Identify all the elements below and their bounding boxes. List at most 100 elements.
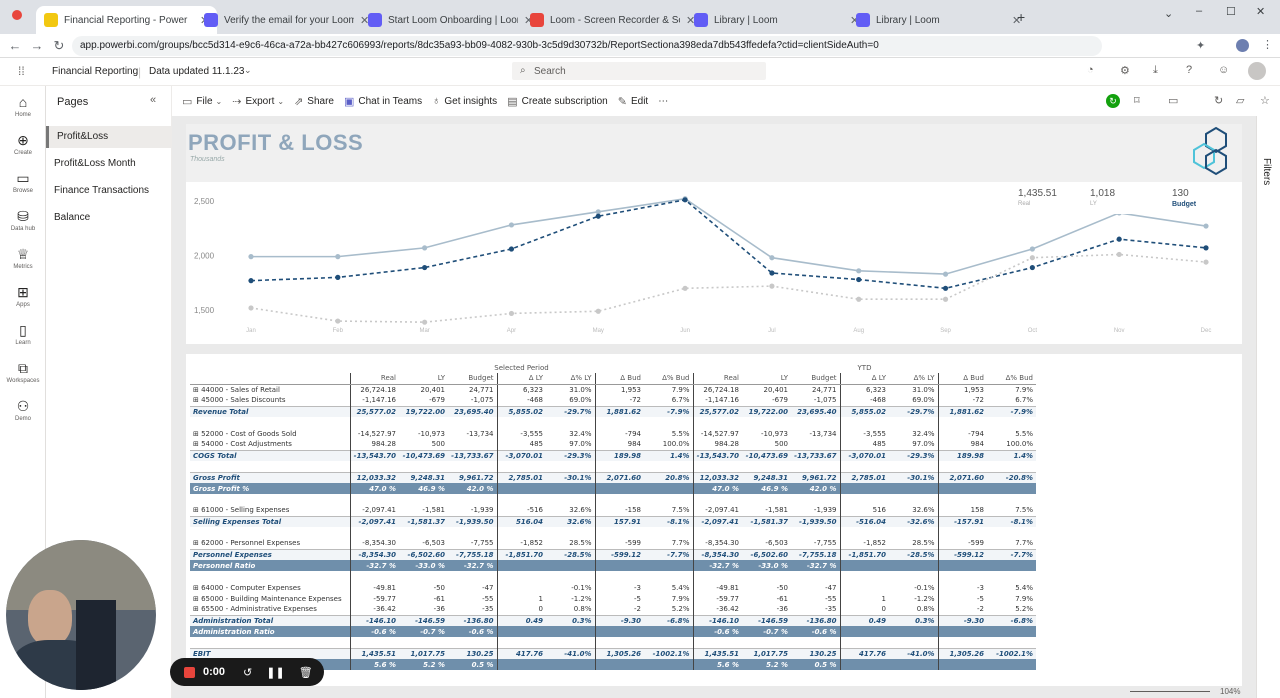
table-row[interactable]: Personnel Ratio -32.7 % -33.0 % -32.7 % -32.…: [190, 560, 1036, 571]
browser-menu-kebab[interactable]: ⋮: [1262, 38, 1273, 51]
column-header[interactable]: Δ Bud: [937, 373, 987, 385]
delete-icon[interactable]: 🗑: [299, 666, 313, 679]
data-point[interactable]: [422, 319, 428, 325]
extensions-icon[interactable]: ✦: [1196, 39, 1205, 52]
table-row[interactable]: EBIT 1,435.51 1,017.75 130.25 417.76 -41.0% 1,…: [190, 647, 1036, 659]
table-row[interactable]: ⊞ 54000 - Cost Adjustments 984.28 500 485 97…: [190, 439, 1036, 450]
rail-item[interactable]: ⛁ Data hub: [0, 208, 46, 232]
rail-item[interactable]: ⧉ Workspaces: [0, 360, 46, 384]
create-subscription-button[interactable]: ▤ Create subscription: [507, 95, 608, 108]
page-tab[interactable]: Profit&Loss Month: [46, 153, 172, 175]
comment-icon[interactable]: ▱: [1236, 94, 1244, 107]
table-row[interactable]: Administration Total -146.10 -146.59 -136.8…: [190, 614, 1036, 626]
data-point[interactable]: [856, 296, 862, 302]
table-row[interactable]: [190, 494, 1036, 505]
table-row[interactable]: Administration Ratio -0.6 % -0.7 % -0.6 % -0…: [190, 626, 1036, 637]
browser-tab[interactable]: Start Loom Onboarding | Loom ✕: [360, 6, 541, 34]
table-row[interactable]: Revenue Total 25,577.02 19,722.00 23,695.40…: [190, 405, 1036, 417]
column-header[interactable]: Δ Bud: [594, 373, 644, 385]
user-avatar[interactable]: [1248, 62, 1266, 80]
data-point[interactable]: [248, 254, 254, 260]
data-point[interactable]: [508, 246, 515, 252]
edit-button[interactable]: ✎ Edit: [618, 95, 648, 108]
table-row[interactable]: ⊞ 52000 - Cost of Goods Sold -14,527.97 -1…: [190, 428, 1036, 439]
filters-pane-collapsed[interactable]: Filters: [1256, 116, 1280, 698]
profit-loss-matrix[interactable]: Selected Period YTD Real LY Budget Δ LY Δ% LY Δ…: [186, 354, 1242, 686]
data-point[interactable]: [856, 276, 862, 283]
rail-item[interactable]: ⌂ Home: [0, 94, 46, 118]
data-point[interactable]: [942, 271, 949, 277]
data-point[interactable]: [769, 255, 775, 261]
column-header[interactable]: LY: [399, 373, 448, 385]
maximize-button[interactable]: ☐: [1226, 5, 1236, 18]
app-launcher-icon[interactable]: ⁞⁞: [18, 64, 25, 78]
reload-icon[interactable]: ↻: [48, 38, 70, 54]
data-point[interactable]: [1203, 223, 1209, 229]
table-row[interactable]: ⊞ 44000 - Sales of Retail 26,724.18 20,401…: [190, 384, 1036, 395]
column-header[interactable]: Δ LY: [496, 373, 546, 385]
data-point[interactable]: [769, 283, 775, 289]
minimize-button[interactable]: –: [1196, 5, 1202, 17]
browser-tab[interactable]: Loom - Screen Recorder & Scre ✕: [522, 6, 703, 34]
data-point[interactable]: [942, 285, 949, 291]
file-menu-button[interactable]: ▭ File ⌄: [182, 95, 222, 108]
notifications-icon[interactable]: ◔: [1087, 64, 1094, 76]
data-point[interactable]: [1116, 251, 1122, 258]
browser-tab[interactable]: Library | Loom ✕: [848, 6, 1029, 34]
data-point[interactable]: [422, 245, 428, 251]
search-input[interactable]: Search: [534, 66, 566, 77]
data-point[interactable]: [508, 222, 515, 228]
data-point[interactable]: [1116, 236, 1122, 242]
data-point[interactable]: [335, 254, 341, 260]
data-point[interactable]: [682, 285, 688, 291]
back-icon[interactable]: ←: [4, 38, 26, 53]
favorite-star-icon[interactable]: ☆: [1260, 94, 1270, 107]
column-header[interactable]: Budget: [448, 373, 497, 385]
table-row[interactable]: Personnel Expenses -8,354.30 -6,502.60 -7,7…: [190, 548, 1036, 560]
column-header[interactable]: Δ% LY: [889, 373, 938, 385]
rail-item[interactable]: ⊞ Apps: [0, 284, 46, 308]
table-row[interactable]: Gross Profit % 47.0 % 46.9 % 42.0 % 47.0 % 46…: [190, 483, 1036, 494]
data-point[interactable]: [1029, 255, 1035, 261]
stop-record-button[interactable]: [184, 666, 195, 678]
download-icon[interactable]: ⤓: [1153, 64, 1158, 77]
data-point[interactable]: [1203, 259, 1209, 265]
table-row[interactable]: [190, 417, 1036, 428]
data-point[interactable]: [1029, 246, 1035, 252]
data-point[interactable]: [508, 310, 515, 317]
report-name[interactable]: Financial Reporting: [52, 66, 138, 77]
rail-item[interactable]: ⚇ Demo: [0, 398, 46, 422]
share-button[interactable]: ⇗ Share: [294, 95, 334, 108]
close-window-button[interactable]: ✕: [1256, 5, 1265, 18]
data-point[interactable]: [1029, 264, 1035, 271]
settings-gear-icon[interactable]: ⚙: [1120, 64, 1130, 77]
column-header[interactable]: Δ LY: [839, 373, 889, 385]
help-icon[interactable]: ?: [1186, 64, 1192, 76]
data-point[interactable]: [1203, 245, 1209, 251]
data-point[interactable]: [248, 305, 254, 311]
new-tab-button[interactable]: +: [1017, 9, 1025, 25]
rail-item[interactable]: ♕ Metrics: [0, 246, 46, 270]
data-point[interactable]: [335, 274, 341, 280]
page-tab[interactable]: Profit&Loss: [46, 126, 172, 148]
table-row[interactable]: COGS Total -13,543.70 -10,473.69 -13,733.67…: [190, 449, 1036, 461]
data-point[interactable]: [595, 308, 601, 314]
chat-in-teams-button[interactable]: ▣ Chat in Teams: [344, 95, 422, 108]
data-point[interactable]: [595, 213, 601, 219]
rail-item[interactable]: ▭ Browse: [0, 170, 46, 194]
feedback-icon[interactable]: ☺: [1218, 64, 1229, 76]
page-tab[interactable]: Balance: [46, 207, 172, 229]
table-row[interactable]: [190, 527, 1036, 538]
column-header[interactable]: Δ% Bud: [644, 373, 693, 385]
view-menu-icon[interactable]: ▭: [1168, 94, 1178, 107]
more-options-button[interactable]: ⋯: [658, 96, 668, 107]
column-header[interactable]: Budget: [791, 373, 840, 385]
search-box[interactable]: ⌕ Search: [512, 62, 766, 80]
data-updated-label[interactable]: Data updated 11.1.23: [149, 66, 244, 77]
table-row[interactable]: ⊞ 65000 - Building Maintenance Expenses -…: [190, 593, 1036, 604]
series-line[interactable]: [250, 253, 1207, 323]
browser-tab[interactable]: Library | Loom ✕: [686, 6, 867, 34]
rail-item[interactable]: ⊕ Create: [0, 132, 46, 156]
table-row[interactable]: ⊞ 64000 - Computer Expenses -49.81 -50 -47 -…: [190, 582, 1036, 593]
collapse-pages-icon[interactable]: «: [150, 94, 156, 106]
